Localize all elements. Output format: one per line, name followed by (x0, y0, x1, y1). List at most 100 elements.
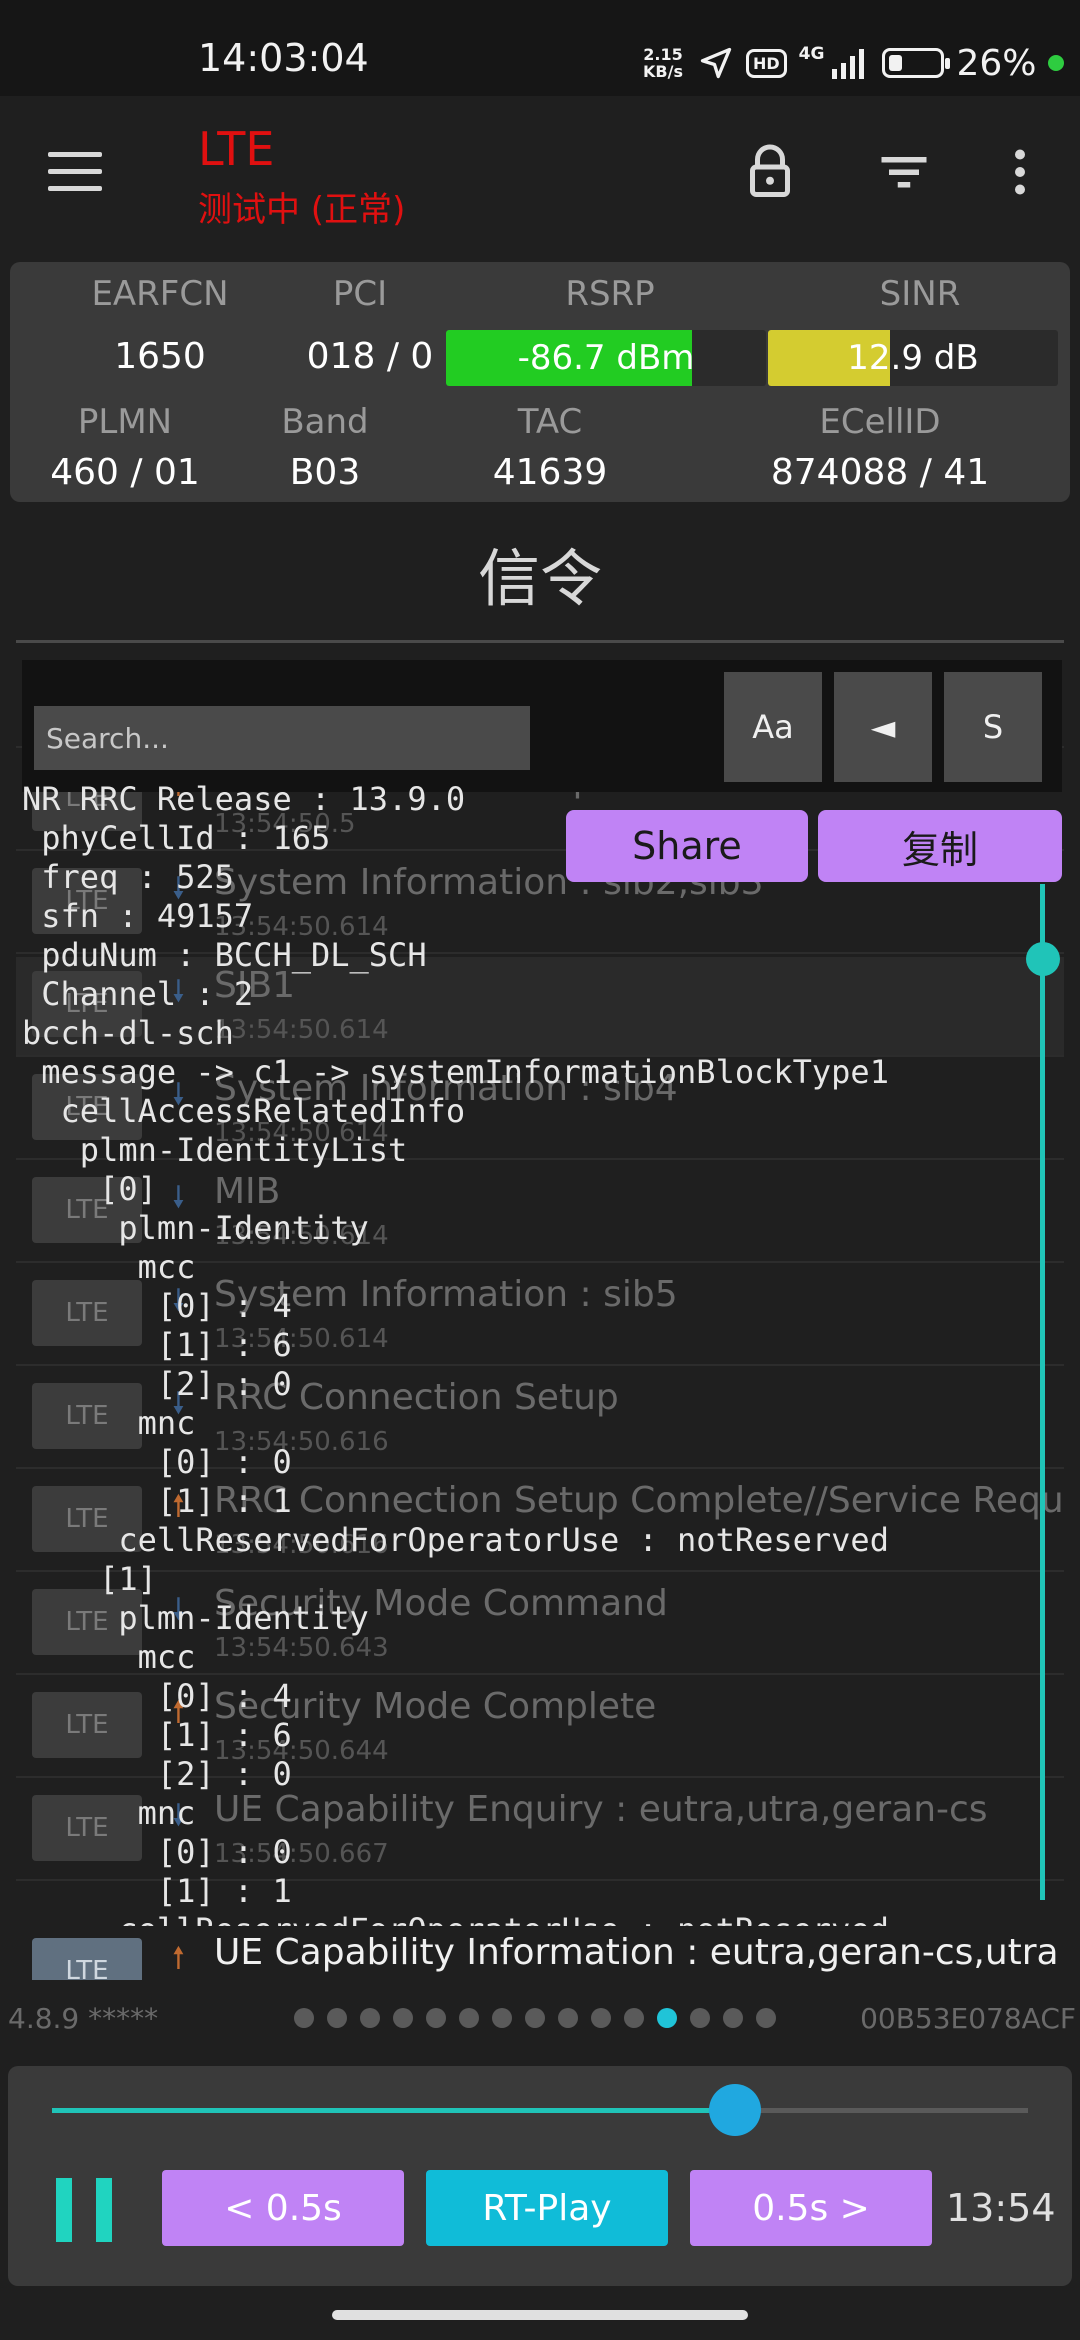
page-dot (492, 2008, 512, 2028)
network-speed: 2.15 KB/s (640, 46, 686, 80)
search-s-button[interactable]: S (944, 672, 1042, 782)
detail-line: cellReservedForOperatorUse : notReserved (22, 1521, 889, 1559)
detail-line: pduNum : BCCH_DL_SCH (22, 936, 427, 974)
detail-line: [1] (22, 1560, 157, 1598)
rsrp-label: RSRP (565, 274, 655, 314)
rat-badge: LTE (32, 1938, 142, 1980)
privacy-indicator-dot (1048, 55, 1065, 71)
menu-icon[interactable] (48, 152, 102, 192)
playback-time: 13:54 (946, 2186, 1056, 2230)
band-label: Band (281, 402, 369, 442)
status-time: 14:03:04 (198, 36, 369, 80)
cell-info-panel: EARFCN PCI RSRP SINR 1650 018 / 0 -86.7 … (10, 262, 1070, 502)
detail-line: [1] : 6 (22, 1326, 292, 1364)
tac-label: TAC (517, 402, 583, 442)
ecellid-value: 874088 / 41 (770, 452, 990, 493)
app-title: LTE (198, 122, 275, 176)
earfcn-value: 1650 (114, 336, 206, 377)
section-divider (16, 640, 1064, 643)
page-dot (558, 2008, 578, 2028)
detail-line: [2] : 0 (22, 1365, 292, 1403)
network-type: 4G (798, 44, 825, 64)
page-dot (690, 2008, 710, 2028)
more-options-icon[interactable] (990, 142, 1050, 202)
detail-line: mnc (22, 1404, 196, 1442)
status-icons: 2.15 KB/s HD 4G 26% (640, 38, 1065, 88)
detail-line: [1] : 6 (22, 1716, 292, 1754)
detail-line: plmn-Identity (22, 1209, 369, 1247)
section-title: 信令 (477, 542, 602, 615)
battery-icon (882, 48, 951, 78)
detail-line: plmn-IdentityList (22, 1131, 408, 1169)
hd-icon: HD (746, 48, 787, 78)
list-item[interactable]: LTE 🠕 UE Capability Information : eutra,… (16, 1926, 1064, 1980)
app-version: 4.8.9 ***** (8, 2002, 159, 2035)
detail-scrollbar[interactable] (1040, 884, 1045, 1900)
font-size-button[interactable]: Aa (724, 672, 822, 782)
page-dot (393, 2008, 413, 2028)
copy-button[interactable]: 复制 (818, 810, 1062, 882)
plmn-value: 460 / 01 (50, 452, 200, 493)
search-input[interactable] (34, 706, 530, 770)
pause-icon[interactable] (56, 2178, 116, 2242)
detail-line: Channel : 2 (22, 975, 254, 1013)
page-dot (624, 2008, 644, 2028)
detail-scroll-thumb[interactable] (1026, 942, 1060, 976)
playback-slider-knob[interactable] (709, 2084, 762, 2136)
detail-line: mcc (22, 1248, 196, 1286)
location-arrow-icon (700, 47, 732, 79)
plmn-label: PLMN (77, 402, 173, 442)
page-dot (360, 2008, 380, 2028)
pci-label: PCI (332, 274, 388, 314)
detail-line: [0] : 4 (22, 1677, 292, 1715)
detail-line: bcch-dl-sch (22, 1014, 234, 1052)
detail-line: cellReservedForOperatorUse : notReserved (22, 1911, 1038, 1926)
network-speed-value: 2.15 (643, 45, 683, 64)
detail-line: cellAccessRelatedInfo (22, 1092, 466, 1130)
detail-line: mnc (22, 1794, 196, 1832)
filter-icon[interactable] (874, 142, 934, 202)
playback-slider[interactable] (52, 2108, 1028, 2113)
page-dot (657, 2008, 677, 2028)
network-speed-unit: KB/s (643, 62, 683, 81)
detail-line: [1] : 1 (22, 1872, 292, 1910)
detail-line: [2] : 0 (22, 1755, 292, 1793)
pci-value: 018 / 0 (306, 336, 434, 377)
detail-line: sfn : 49157 (22, 897, 254, 935)
page-dot (723, 2008, 743, 2028)
page-dot (756, 2008, 776, 2028)
ecellid-label: ECellID (819, 402, 941, 442)
detail-line: [0] : 4 (22, 1287, 292, 1325)
rsrp-value: -86.7 dBm (517, 338, 695, 378)
test-status: 测试中 (正常) (198, 190, 406, 230)
lock-icon[interactable] (740, 142, 800, 202)
status-bar: 14:03:04 2.15 KB/s HD 4G 26% (0, 0, 1080, 96)
rt-play-button[interactable]: RT-Play (426, 2170, 668, 2246)
detail-line: [1] : 1 (22, 1482, 292, 1520)
detail-line: plmn-Identity (22, 1599, 369, 1637)
search-previous-button[interactable]: ◄ (834, 672, 932, 782)
device-id: 00B53E078ACF (860, 2002, 1076, 2035)
uplink-arrow-icon: 🠕 (172, 1941, 185, 1976)
signal-strength-icon (832, 49, 865, 79)
sinr-meter: 12.9 dB (768, 330, 1058, 386)
app-bar: LTE 测试中 (正常) (0, 96, 1080, 256)
sinr-label: SINR (879, 274, 961, 314)
page-dot (327, 2008, 347, 2028)
step-forward-button[interactable]: 0.5s > (690, 2170, 932, 2246)
page-dot (294, 2008, 314, 2028)
message-name: UE Capability Information : eutra,geran-… (214, 1932, 1059, 1973)
detail-line: [0] : 0 (22, 1833, 292, 1871)
sinr-value: 12.9 dB (847, 338, 979, 378)
earfcn-label: EARFCN (91, 274, 229, 314)
detail-line: [0] (22, 1170, 157, 1208)
band-value: B03 (289, 452, 361, 493)
page-indicator (294, 2008, 776, 2028)
message-detail-text[interactable]: NR RRC Release : 13.9.0 phyCellId : 165 … (22, 780, 1038, 1926)
detail-line: message -> c1 -> systemInformationBlockT… (22, 1053, 889, 1091)
step-back-button[interactable]: < 0.5s (162, 2170, 404, 2246)
share-button[interactable]: Share (566, 810, 808, 882)
home-indicator[interactable] (332, 2310, 748, 2320)
page-dot (525, 2008, 545, 2028)
detail-line: [0] : 0 (22, 1443, 292, 1481)
